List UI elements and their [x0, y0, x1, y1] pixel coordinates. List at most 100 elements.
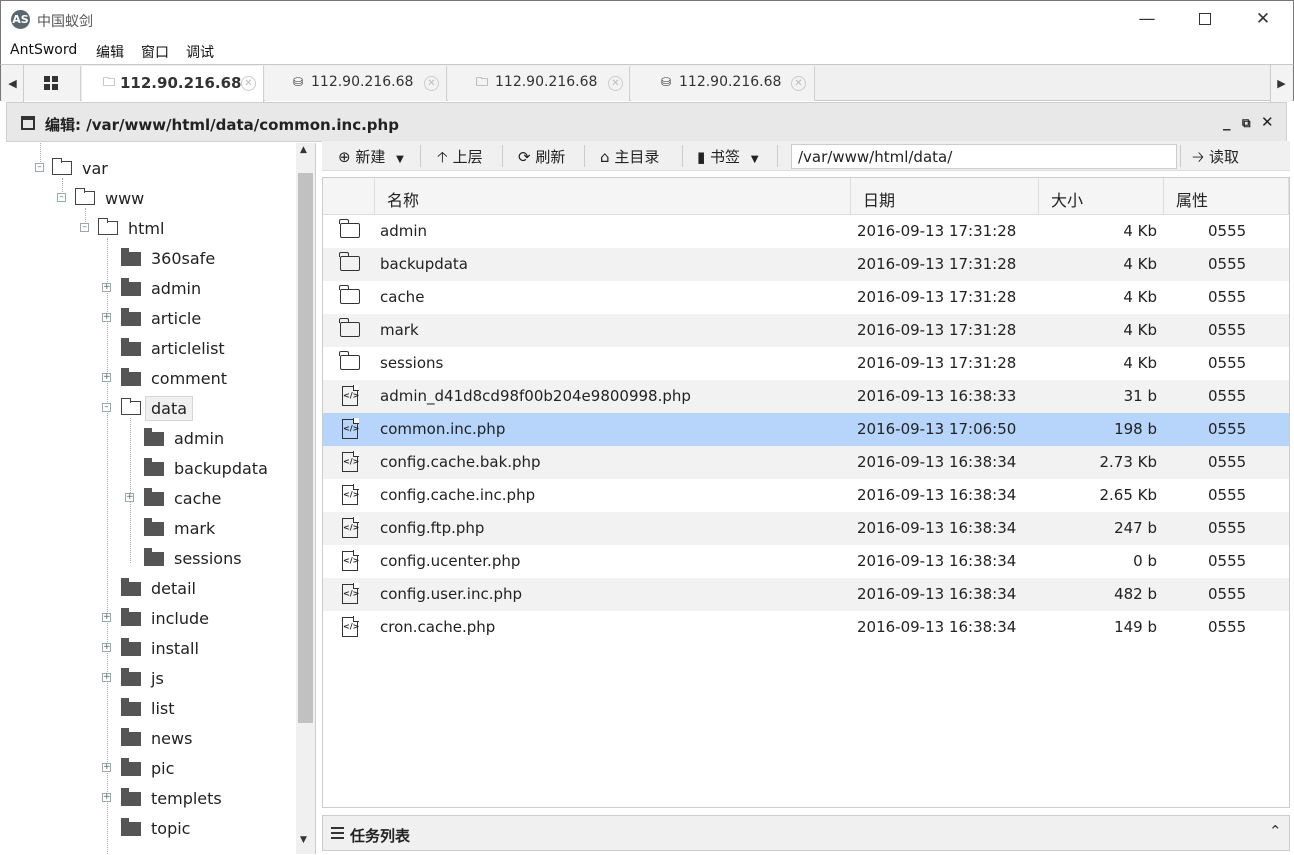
grid-icon — [44, 76, 59, 91]
file-attr: 0555 — [1208, 387, 1247, 405]
scrollbar-thumb[interactable] — [298, 173, 313, 723]
home-button[interactable]: ⌂ 主目录 — [600, 146, 659, 167]
table-row[interactable]: </> config.cache.inc.php 2016-09-13 16:38:… — [323, 479, 1289, 512]
table-row[interactable]: </> admin_d41d8cd98f00b204e9800998.php 201… — [323, 380, 1289, 413]
menu-window[interactable]: 窗口 — [141, 42, 169, 62]
table-row[interactable]: </> config.cache.bak.php 2016-09-13 16:38:… — [323, 446, 1289, 479]
menu-edit[interactable]: 编辑 — [96, 42, 124, 62]
expand-icon[interactable]: + — [102, 763, 111, 772]
up-button[interactable]: 🡡 上层 — [437, 146, 483, 172]
close-window-button[interactable]: ✕ — [1234, 1, 1292, 39]
minimize-button[interactable]: — — [1118, 1, 1176, 39]
collapse-icon[interactable]: – — [102, 403, 111, 412]
column-header-name[interactable]: 名称 — [375, 178, 851, 215]
panel-minimize-button[interactable]: _ — [1223, 113, 1231, 131]
task-list-bar[interactable]: 任务列表 ⌃ — [322, 815, 1290, 851]
expand-icon[interactable]: + — [125, 493, 134, 502]
table-row[interactable]: mark 2016-09-13 17:31:28 4 Kb 0555 — [323, 314, 1289, 347]
tab-shell-2[interactable]: ⛁ 112.90.216.68 ✕ — [265, 66, 447, 101]
menu-antsword[interactable]: AntSword — [10, 42, 77, 58]
chevron-up-icon[interactable]: ⌃ — [1269, 822, 1282, 840]
expand-icon[interactable]: + — [102, 643, 111, 652]
refresh-button[interactable]: ⟳ 刷新 — [518, 146, 565, 167]
new-label: 新建 — [355, 148, 386, 166]
table-row[interactable]: backupdata 2016-09-13 17:31:28 4 Kb 0555 — [323, 248, 1289, 281]
tab-close-icon[interactable]: ✕ — [241, 76, 256, 91]
table-row[interactable]: cache 2016-09-13 17:31:28 4 Kb 0555 — [323, 281, 1289, 314]
tree-node-label: pic — [151, 759, 175, 778]
collapse-icon[interactable]: – — [57, 193, 66, 202]
collapse-icon[interactable]: – — [35, 163, 44, 172]
title-bar: AS 中国蚁剑 — ✕ — [0, 0, 1294, 38]
file-attr: 0555 — [1208, 552, 1247, 570]
path-input[interactable] — [791, 144, 1177, 169]
file-name: common.inc.php — [380, 420, 506, 438]
panel-close-button[interactable]: ✕ — [1261, 113, 1274, 131]
panel-restore-button[interactable]: ⧉ — [1242, 116, 1251, 131]
code-file-icon: </> — [342, 418, 359, 439]
file-size: 482 b — [1114, 585, 1157, 603]
expand-icon[interactable]: + — [102, 613, 111, 622]
scroll-up-icon[interactable]: ▲ — [300, 145, 307, 155]
refresh-icon: ⟳ — [518, 148, 531, 166]
expand-icon[interactable]: + — [102, 283, 111, 292]
icon-column-header — [323, 178, 375, 215]
tab-close-icon[interactable]: ✕ — [791, 76, 806, 91]
table-row[interactable]: </> cron.cache.php 2016-09-13 16:38:34 149 … — [323, 611, 1289, 644]
column-header-size[interactable]: 大小 — [1039, 178, 1164, 215]
tab-label: 112.90.216.68 — [120, 74, 242, 92]
folder-icon — [144, 488, 164, 506]
folder-icon — [121, 638, 141, 656]
table-row[interactable]: </> config.user.inc.php 2016-09-13 16:38:3… — [323, 578, 1289, 611]
table-row[interactable]: </> config.ftp.php 2016-09-13 16:38:34 247 … — [323, 512, 1289, 545]
table-row[interactable]: </> config.ucenter.php 2016-09-13 16:38:34… — [323, 545, 1289, 578]
folder-icon — [121, 248, 141, 266]
scroll-down-icon[interactable]: ▼ — [300, 835, 307, 845]
expand-icon[interactable]: + — [102, 673, 111, 682]
tab-home[interactable] — [24, 66, 81, 101]
tab-close-icon[interactable]: ✕ — [608, 76, 623, 91]
tab-close-icon[interactable]: ✕ — [424, 76, 439, 91]
file-size: 0 b — [1133, 552, 1157, 570]
expand-icon[interactable]: + — [102, 313, 111, 322]
table-row[interactable]: sessions 2016-09-13 17:31:28 4 Kb 0555 — [323, 347, 1289, 380]
tab-shell-3[interactable]: 🗀 112.90.216.68 ✕ — [448, 66, 630, 101]
expand-icon[interactable]: + — [102, 793, 111, 802]
table-row[interactable]: admin 2016-09-13 17:31:28 4 Kb 0555 — [323, 215, 1289, 248]
arrow-right-icon: 🡢 — [1192, 148, 1205, 166]
maximize-button[interactable] — [1176, 1, 1234, 39]
folder-icon — [121, 818, 141, 836]
tab-shell-1[interactable]: 🗀 112.90.216.68 ✕ — [82, 66, 264, 102]
expand-icon[interactable]: + — [102, 373, 111, 382]
tab-shell-4[interactable]: ⛁ 112.90.216.68 ✕ — [631, 66, 815, 101]
bookmark-button[interactable]: ▮ 书签 ▼ — [697, 146, 759, 167]
caret-down-icon: ▼ — [396, 154, 404, 165]
tab-label: 112.90.216.68 — [679, 74, 782, 90]
file-date: 2016-09-13 17:31:28 — [857, 255, 1017, 273]
tree-scrollbar[interactable]: ▲ ▼ — [296, 143, 315, 854]
file-name: admin_d41d8cd98f00b204e9800998.php — [380, 387, 691, 405]
tab-label: 112.90.216.68 — [495, 74, 598, 90]
arrow-up-icon: 🡡 — [437, 148, 448, 166]
column-header-attr[interactable]: 属性 — [1164, 178, 1289, 215]
table-row[interactable]: </> common.inc.php 2016-09-13 17:06:50 198 … — [323, 413, 1289, 446]
tab-scroll-right-button[interactable]: ▶ — [1270, 65, 1292, 102]
grid-body: admin 2016-09-13 17:31:28 4 Kb 0555 backupda… — [323, 215, 1289, 807]
tab-bar: ◀ 🗀 112.90.216.68 ✕ ⛁ 112.90.216.68 ✕ 🗀 … — [0, 64, 1294, 102]
file-size: 4 Kb — [1123, 288, 1157, 306]
read-button[interactable]: 🡢 读取 — [1192, 146, 1239, 172]
window-icon — [21, 116, 35, 130]
folder-icon — [121, 788, 141, 806]
tree-node-label: detail — [151, 579, 196, 598]
tab-scroll-left-button[interactable]: ◀ — [2, 65, 24, 102]
tree-node-label: data — [145, 396, 194, 421]
collapse-icon[interactable]: – — [80, 223, 89, 232]
menu-debug[interactable]: 调试 — [186, 42, 214, 62]
folder-icon — [121, 368, 141, 386]
column-header-date[interactable]: 日期 — [851, 178, 1039, 215]
tree-node-label: topic — [151, 819, 191, 838]
task-list-label: 任务列表 — [350, 827, 411, 845]
new-button[interactable]: ⊕ 新建 ▼ — [338, 146, 404, 167]
file-size: 4 Kb — [1123, 354, 1157, 372]
tree-node-label: news — [151, 729, 193, 748]
